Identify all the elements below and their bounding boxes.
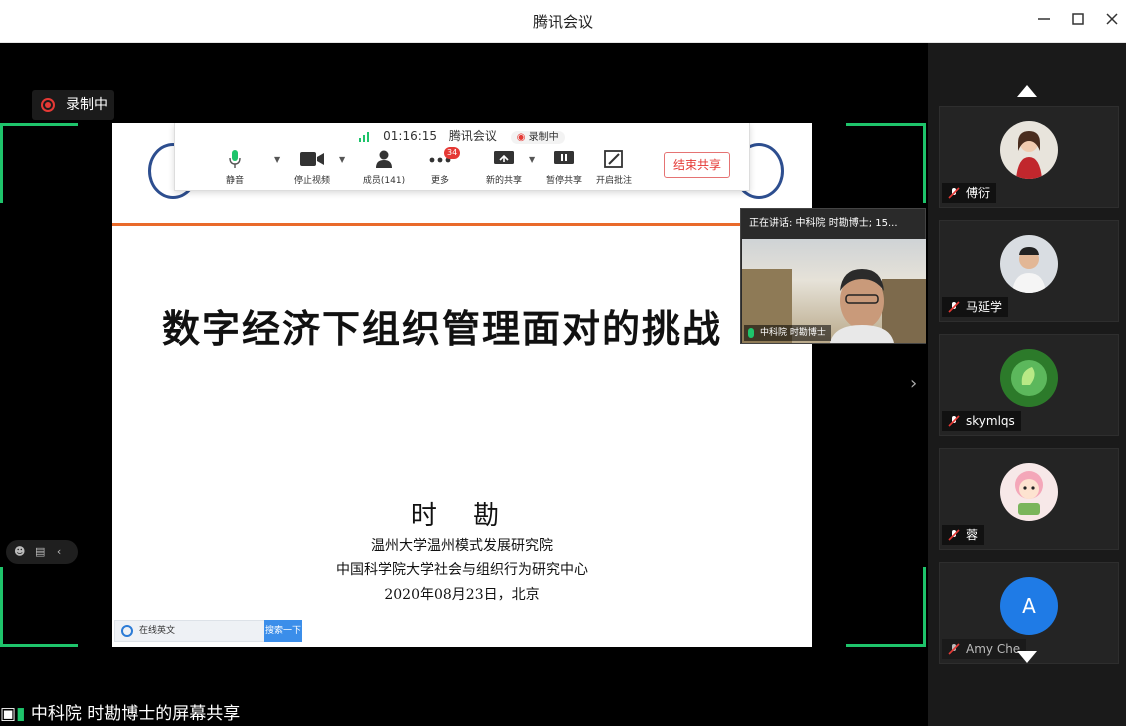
- audio-options-caret-icon[interactable]: ▼: [274, 155, 280, 164]
- share-screen-icon: [494, 151, 514, 164]
- chevron-right-icon[interactable]: ›: [910, 373, 917, 394]
- participant-name-tag: Amy Che: [942, 639, 1027, 659]
- video-options-caret-icon[interactable]: ▼: [339, 155, 345, 164]
- stop-video-label: 停止视频: [293, 176, 330, 186]
- close-icon[interactable]: [1099, 8, 1125, 34]
- shared-screen-area: 录制中 数字经济下组织管理面对的挑战 时 勘 温州大学温州模式发展研究院 中国科…: [0, 43, 928, 726]
- slide-divider: [112, 223, 740, 226]
- participant-name: skymlqs: [966, 414, 1015, 428]
- browser-icon: [121, 625, 133, 637]
- camera-icon: [300, 152, 324, 166]
- scroll-up-icon[interactable]: [1017, 85, 1037, 97]
- share-options-caret-icon[interactable]: ▼: [529, 155, 535, 164]
- meeting-app-name: 腾讯会议: [448, 129, 497, 143]
- emoji-icon[interactable]: ☻: [14, 545, 25, 558]
- speaker-mic-icon: [748, 328, 754, 338]
- record-dot-icon: [41, 98, 55, 112]
- pause-share-label: 暂停共享: [545, 176, 582, 186]
- mute-label: 静音: [225, 176, 244, 186]
- annotate-icon: [604, 150, 623, 168]
- screen-share-owner: 中科院 时勘博士的屏幕共享: [30, 704, 241, 724]
- slide-date-place: 2020年08月23日，北京: [384, 587, 540, 603]
- meeting-toolbar: 01:16:15 腾讯会议 ◉ 录制中 静音 ▼ 停止视频 ▼ 成员(141) …: [174, 123, 750, 191]
- avatar: [1000, 121, 1058, 179]
- translate-search-button[interactable]: 搜索一下: [264, 620, 302, 642]
- muted-mic-icon: [948, 643, 960, 655]
- slide-author: 时 勘: [410, 501, 514, 531]
- mute-button[interactable]: 静音: [210, 149, 260, 186]
- speaker-name: 中科院 时勘博士: [760, 328, 826, 338]
- avatar: [1000, 463, 1058, 521]
- share-mic-icon: ▮: [16, 704, 26, 724]
- participant-name-tag: 蓉: [942, 525, 985, 545]
- recording-indicator[interactable]: 录制中: [32, 90, 114, 120]
- participant-name: 傅衍: [966, 186, 991, 200]
- muted-mic-icon: [948, 529, 960, 541]
- chat-icon[interactable]: ▤: [35, 545, 45, 558]
- pause-share-button[interactable]: 暂停共享: [539, 149, 589, 186]
- new-share-label: 新的共享: [485, 176, 522, 186]
- share-border-top-right: [846, 123, 926, 203]
- slide-affiliation-2: 中国科学院大学社会与组织行为研究中心: [336, 562, 588, 578]
- maximize-icon[interactable]: [1065, 8, 1091, 34]
- avatar: [1000, 349, 1058, 407]
- toolbar-status: 01:16:15 腾讯会议 ◉ 录制中: [175, 127, 749, 144]
- translate-placeholder: 在线英文: [139, 626, 176, 636]
- screen-share-label: ▣▮ 中科院 时勘博士的屏幕共享: [0, 703, 240, 726]
- more-badge: 34: [444, 147, 461, 159]
- participant-tile[interactable]: 蓉: [939, 448, 1119, 550]
- more-label: 更多: [430, 176, 449, 186]
- participant-name-tag: 马延学: [942, 297, 1009, 317]
- signal-icon: [359, 131, 370, 142]
- screen-share-icon: ▣: [0, 704, 17, 724]
- participant-name: 马延学: [966, 300, 1003, 314]
- speaker-name-tag: 中科院 时勘博士: [744, 325, 831, 341]
- share-border-top-left: [0, 123, 78, 203]
- participants-sidebar: 傅衍 马延学 skymlqs 蓉 A Amy Che: [928, 43, 1126, 726]
- window-titlebar: 腾讯会议: [0, 0, 1126, 43]
- participant-name-tag: skymlqs: [942, 411, 1021, 431]
- speaker-video: 中科院 时勘博士: [742, 239, 926, 343]
- scroll-down-icon[interactable]: [1017, 651, 1037, 663]
- minimize-icon[interactable]: [1031, 8, 1057, 34]
- speaker-header: 正在讲话: 中科院 时勘博士; 15...: [749, 218, 898, 229]
- annotate-label: 开启批注: [595, 176, 632, 186]
- collapse-chevron-icon[interactable]: ‹: [57, 545, 61, 558]
- share-border-bottom-left: [0, 567, 78, 647]
- meeting-timer: 01:16:15: [383, 129, 438, 143]
- participant-tile[interactable]: A Amy Che: [939, 562, 1119, 664]
- microphone-icon: [229, 150, 241, 168]
- new-share-button[interactable]: 新的共享: [479, 149, 529, 186]
- recording-label: 录制中: [66, 97, 108, 113]
- members-icon: [376, 150, 392, 168]
- annotate-button[interactable]: 开启批注: [589, 149, 639, 186]
- participant-tile[interactable]: 马延学: [939, 220, 1119, 322]
- muted-mic-icon: [948, 187, 960, 199]
- presentation-slide: 数字经济下组织管理面对的挑战 时 勘 温州大学温州模式发展研究院 中国科学院大学…: [112, 123, 812, 647]
- avatar: [1000, 235, 1058, 293]
- muted-mic-icon: [948, 415, 960, 427]
- end-share-button[interactable]: 结束共享: [664, 152, 730, 178]
- avatar: A: [1000, 577, 1058, 635]
- participant-name-tag: 傅衍: [942, 183, 997, 203]
- participant-tile[interactable]: 傅衍: [939, 106, 1119, 208]
- participant-name: Amy Che: [966, 642, 1021, 656]
- pause-share-icon: [554, 151, 574, 164]
- members-label: 成员(141): [362, 176, 406, 186]
- members-button[interactable]: 成员(141): [359, 149, 409, 186]
- active-speaker-window[interactable]: 正在讲话: 中科院 时勘博士; 15... 中科院 时勘博士: [740, 208, 926, 344]
- toolbar-recording-badge: ◉ 录制中: [510, 131, 565, 144]
- share-border-bottom-right: [846, 567, 926, 647]
- muted-mic-icon: [948, 301, 960, 313]
- participant-tile[interactable]: skymlqs: [939, 334, 1119, 436]
- window-title: 腾讯会议: [532, 13, 593, 31]
- stop-video-button[interactable]: 停止视频: [287, 149, 337, 186]
- participant-name: 蓉: [966, 528, 979, 542]
- slide-title: 数字经济下组织管理面对的挑战: [162, 307, 723, 351]
- slide-affiliation-1: 温州大学温州模式发展研究院: [371, 538, 553, 554]
- left-float-controls[interactable]: ☻ ▤ ‹: [6, 540, 78, 564]
